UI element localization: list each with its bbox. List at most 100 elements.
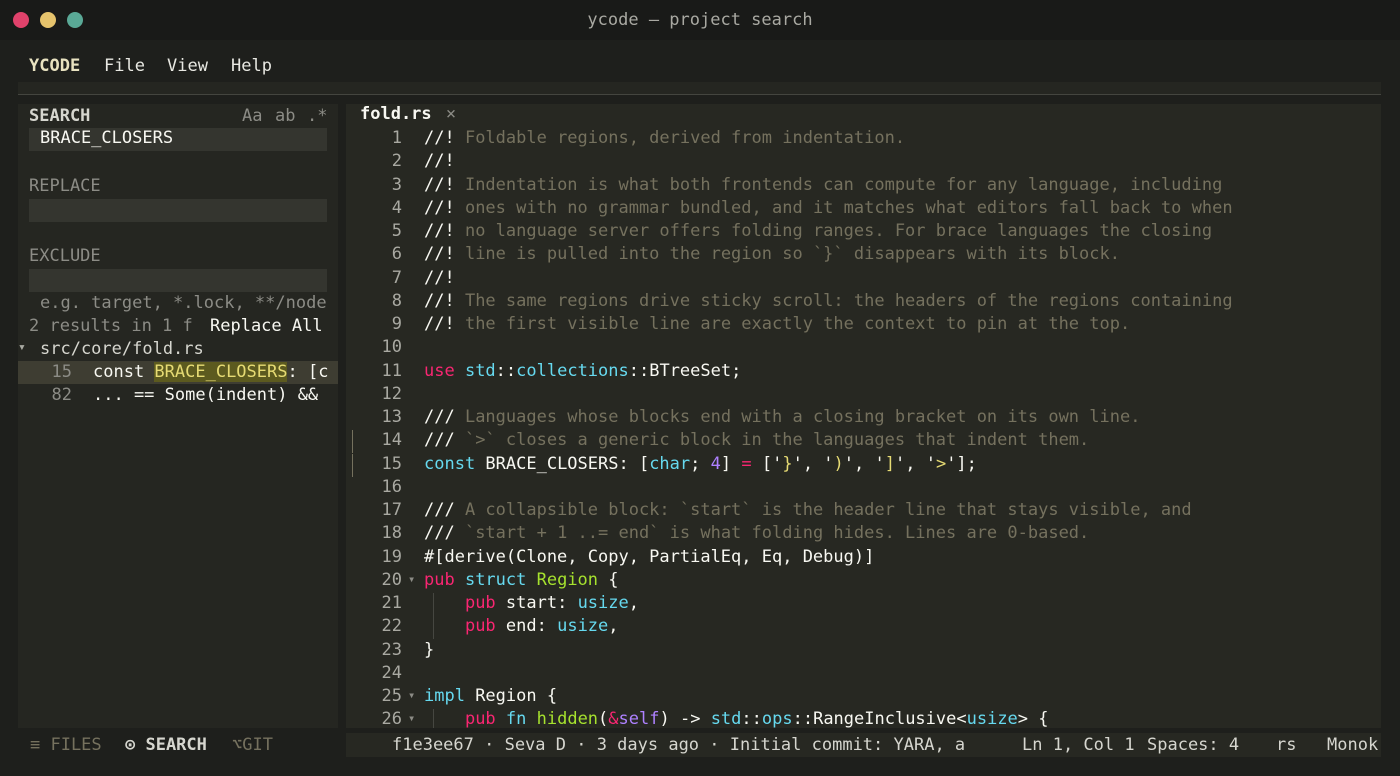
regex-toggle[interactable]: .* [307,106,327,126]
code-line[interactable]: 4 //! ones with no grammar bundled, and i… [346,198,1381,221]
code-token: :: [495,360,517,381]
code-token: const [424,453,486,474]
code-token: } [424,639,435,660]
code-token: ', ' [894,453,936,474]
code-text: //! no language server offers folding ra… [424,221,1212,241]
app-brand: YCODE [29,56,81,76]
code-line[interactable]: 16 [346,477,1381,500]
result-file-path[interactable]: src/core/fold.rs [40,339,204,359]
code-text: #[derive(Clone, Copy, PartialEq, Eq, Deb… [424,547,874,567]
code-line[interactable]: 7 //! [346,268,1381,291]
code-line[interactable]: 10 [346,337,1381,360]
code-token: ( [598,709,609,728]
code-line[interactable]: 23} [346,640,1381,663]
cursor-position[interactable]: Ln 1, Col 1 [1022,735,1135,755]
close-icon[interactable]: × [446,104,456,124]
whole-word-toggle[interactable]: ab [275,106,295,126]
search-label: SEARCH [29,106,91,126]
code-line[interactable]: 14 /// `>` closes a generic block in the … [346,430,1381,454]
code-line[interactable]: 5 //! no language server offers folding r… [346,221,1381,244]
git-tab[interactable]: ⌥GIT [232,735,273,755]
code-token: `start + 1 ..= end` is what folding hide… [464,523,1090,544]
result-row[interactable]: 15 const BRACE_CLOSERS: [c [18,361,338,384]
files-tab[interactable]: ≡ FILES [30,735,102,755]
code-token: ones with no grammar bundled, and it mat… [464,197,1233,218]
code-line[interactable]: 12 [346,384,1381,407]
code-line[interactable]: 1 //! Foldable regions, derived from inde… [346,128,1381,151]
result-text-after: : [c [287,362,329,382]
code-token: } [782,453,793,474]
code-line[interactable]: 19 #[derive(Clone, Copy, PartialEq, Eq, D… [346,547,1381,570]
line-number: 18 [381,523,402,544]
indent-setting[interactable]: Spaces: 4 [1147,735,1239,755]
line-number: 15 [381,453,402,474]
code-editor[interactable]: fold.rs × 1 //! Foldable regions, derived… [346,104,1381,728]
line-number: 5 [391,221,402,241]
code-token: end: [505,616,558,637]
code-line[interactable]: 3 //! Indentation is what both frontends … [346,175,1381,198]
theme-name[interactable]: Monok [1327,735,1378,755]
code-line[interactable]: 11 use std::collections::BTreeSet; [346,361,1381,384]
fold-toggle-icon[interactable]: ▾ [408,688,415,702]
code-text: pub start: usize, [424,593,639,613]
chevron-down-icon[interactable]: ▾ [18,340,26,355]
fold-toggle-icon[interactable]: ▾ [408,572,415,586]
code-token: ) [833,453,844,474]
git-blame: f1e3ee67 · Seva D · 3 days ago · Initial… [392,735,966,755]
menu-help[interactable]: Help [231,56,272,76]
code-text: pub end: usize, [424,616,619,636]
code-token: usize [557,616,609,637]
code-token: //! [424,221,465,241]
code-line[interactable]: 8 //! The same regions drive sticky scrol… [346,291,1381,314]
code-line[interactable]: 22 pub end: usize, [346,616,1381,640]
code-line[interactable]: 6 //! line is pulled into the region so `… [346,244,1381,267]
line-number: 3 [391,174,402,195]
code-line[interactable]: 21 pub start: usize, [346,593,1381,616]
code-text: /// `start + 1 ..= end` is what folding … [424,523,1089,543]
code-text: //! [424,268,455,288]
code-token: ] [884,453,895,474]
code-line[interactable]: 2 //! [346,151,1381,174]
search-input[interactable]: BRACE_CLOSERS [29,128,327,151]
code-token: no language server offers folding ranges… [464,221,1213,241]
menu-view[interactable]: View [167,56,208,76]
line-number: 9 [391,314,402,334]
match-case-toggle[interactable]: Aa [242,106,262,126]
code-line[interactable]: 25 ▾ impl Region { [346,686,1381,709]
code-line[interactable]: 17 /// A collapsible block: `start` is th… [346,500,1381,523]
replace-input[interactable] [29,199,327,222]
code-token: use [424,360,465,381]
menu-file[interactable]: File [104,56,145,76]
result-row[interactable]: 82 ... == Some(indent) && [18,384,338,407]
tab-fold-rs[interactable]: fold.rs × [360,104,456,124]
code-text: /// `>` closes a generic block in the la… [424,430,1089,450]
code-line[interactable]: 24 [346,663,1381,686]
line-number: 11 [381,360,402,381]
replace-all-button[interactable]: Replace All [210,316,323,336]
code-line[interactable]: 20 ▾ pub struct Region { [346,570,1381,593]
code-text: pub struct Region { [424,570,619,590]
code-token: pub [424,569,465,590]
code-text: //! Foldable regions, derived from inden… [424,128,905,148]
code-token: //! [424,197,465,218]
line-number: 17 [381,500,402,520]
code-text: //! line is pulled into the region so `}… [424,244,1120,264]
search-tab[interactable]: ⊙ SEARCH [125,735,207,755]
code-text: //! The same regions drive sticky scroll… [424,291,1233,311]
code-line[interactable]: 15 const BRACE_CLOSERS: [char; 4] = ['}',… [346,453,1381,477]
code-token: Indentation is what both frontends can c… [464,174,1223,195]
code-line[interactable]: 26 ▾ pub fn hidden(&self) -> std::ops::Ra… [346,709,1381,728]
fold-toggle-icon[interactable]: ▾ [408,711,415,725]
code-line[interactable]: 13 /// Languages whose blocks end with a … [346,407,1381,430]
code-token: ) -> [659,709,711,728]
language-mode[interactable]: rs [1276,735,1296,755]
code-token: self [618,709,660,728]
exclude-input[interactable] [29,269,327,292]
code-token: the first visible line are exactly the c… [464,314,1131,334]
code-token: //! [424,128,465,148]
code-line[interactable]: 9 //! the first visible line are exactly … [346,314,1381,337]
code-token: ::BTreeSet; [628,360,742,381]
code-line[interactable]: 18 /// `start + 1 ..= end` is what foldin… [346,523,1381,546]
